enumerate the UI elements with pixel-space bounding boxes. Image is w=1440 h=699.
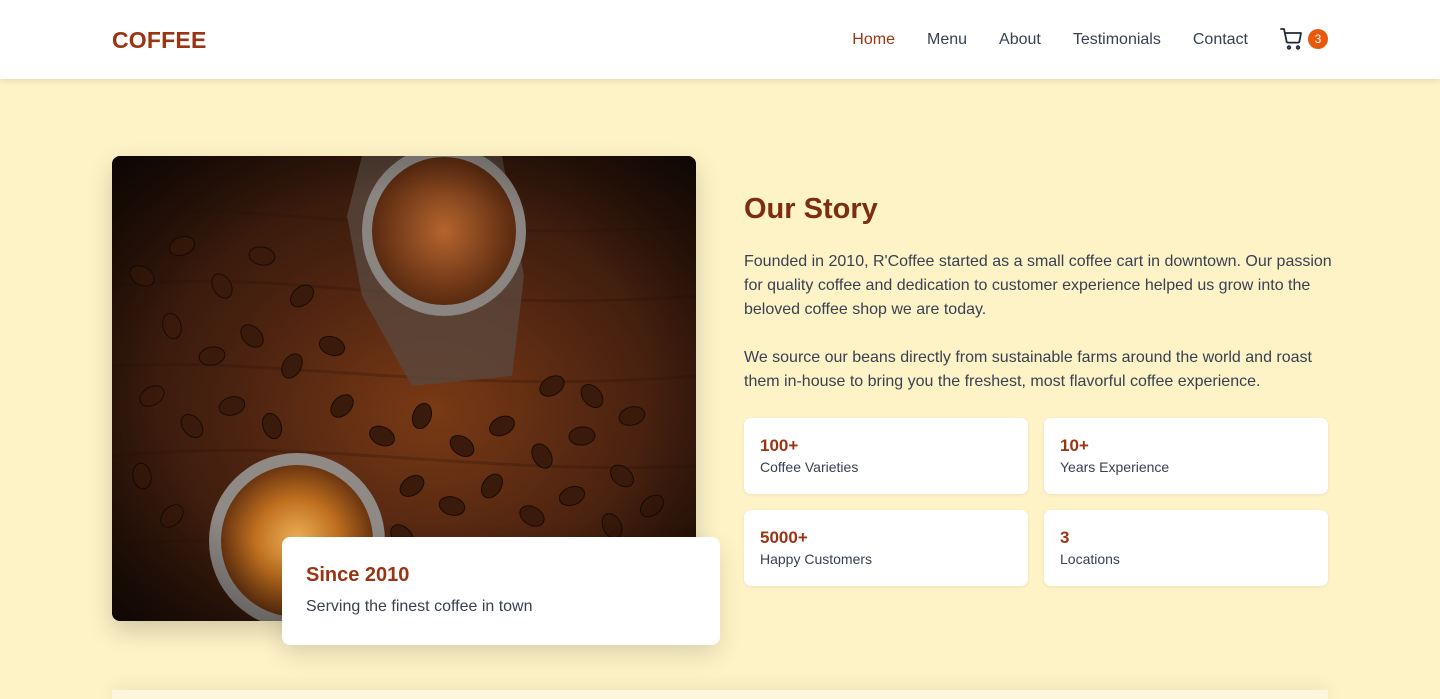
cart-count-badge: 3 [1308, 29, 1328, 49]
stat-value: 5000+ [760, 528, 808, 547]
cart-button[interactable]: 3 [1280, 24, 1328, 56]
story-paragraph: We source our beans directly from sustai… [744, 349, 1312, 390]
stat-card-varieties: 100+ Coffee Varieties [744, 418, 1028, 494]
stat-value: 100+ [760, 436, 799, 455]
nav-link-home[interactable]: Home [852, 30, 895, 50]
nav-link-contact[interactable]: Contact [1193, 30, 1248, 50]
shopping-cart-icon [1280, 28, 1302, 50]
stat-value: 10+ [1060, 436, 1089, 455]
nav-link-testimonials[interactable]: Testimonials [1073, 30, 1161, 50]
story-paragraph: Founded in 2010, R'Coffee started as a s… [744, 253, 1332, 318]
since-card: Since 2010 Serving the finest coffee in … [282, 537, 720, 645]
stat-card-customers: 5000+ Happy Customers [744, 510, 1028, 586]
navbar: COFFEE Home Menu About Testimonials Cont… [0, 0, 1440, 79]
since-text: Serving the finest coffee in town [306, 598, 533, 615]
logo[interactable]: COFFEE [112, 26, 206, 54]
nav-link-menu[interactable]: Menu [927, 30, 967, 50]
next-section-edge [112, 690, 1328, 699]
story-title: Our Story [744, 193, 878, 225]
since-title: Since 2010 [306, 564, 410, 586]
stat-card-experience: 10+ Years Experience [1044, 418, 1328, 494]
nav-link-about[interactable]: About [999, 30, 1041, 50]
stat-label: Coffee Varieties [760, 459, 859, 475]
nav-links: Home Menu About Testimonials Contact 3 [852, 24, 1328, 56]
stat-label: Years Experience [1060, 459, 1170, 475]
stat-card-locations: 3 Locations [1044, 510, 1328, 586]
stat-label: Locations [1060, 551, 1120, 567]
stat-value: 3 [1060, 528, 1070, 547]
stat-label: Happy Customers [760, 551, 873, 567]
